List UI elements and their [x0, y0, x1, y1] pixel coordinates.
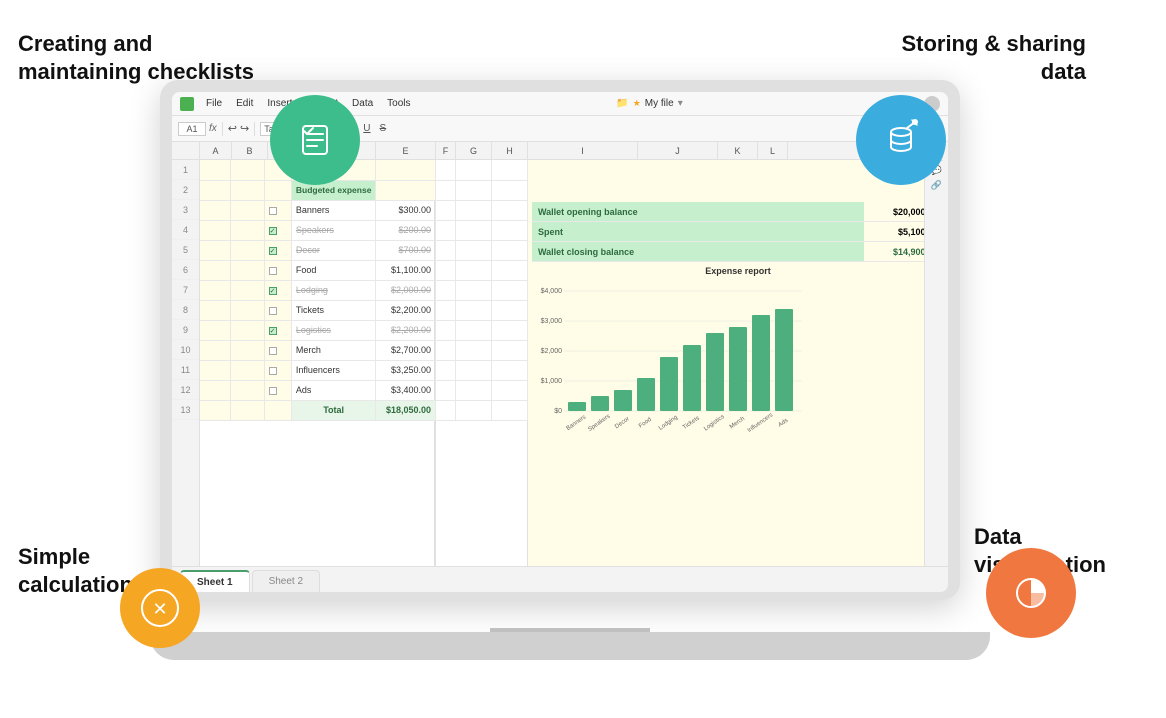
table-row: ✓ Speakers $200.00: [200, 220, 436, 240]
svg-text:$4,000: $4,000: [541, 288, 563, 295]
checkbox-decor[interactable]: ✓: [269, 247, 277, 255]
checkbox-food[interactable]: [269, 267, 277, 275]
wallet-closing-row: Wallet closing balance $14,900.00: [532, 242, 944, 262]
svg-text:$1,000: $1,000: [541, 378, 563, 385]
pie-chart-icon: [1009, 571, 1053, 615]
wallet-spent-label: Spent: [532, 222, 864, 241]
calculator-icon: ✕: [140, 588, 180, 628]
checklist-icon-circle: [270, 95, 360, 185]
chart-title: Expense report: [534, 266, 942, 276]
star-icon: ★: [633, 98, 641, 109]
database-icon: [879, 118, 923, 162]
svg-text:✕: ✕: [152, 599, 167, 619]
table-row: Banners $300.00: [200, 200, 436, 220]
checkbox-tickets[interactable]: [269, 307, 277, 315]
table-row: Tickets $2,200.00: [200, 300, 436, 320]
wallet-opening-label: Wallet opening balance: [532, 202, 864, 221]
wallet-closing-label: Wallet closing balance: [532, 242, 864, 261]
laptop-base: [150, 632, 990, 660]
svg-text:$3,000: $3,000: [541, 318, 563, 325]
checkbox-logistics[interactable]: ✓: [269, 327, 277, 335]
checkbox-banners[interactable]: [269, 207, 277, 215]
checkbox-speakers[interactable]: ✓: [269, 227, 277, 235]
svg-text:Merch: Merch: [729, 416, 746, 430]
tab-sheet2[interactable]: Sheet 2: [252, 570, 320, 592]
menu-file[interactable]: File: [200, 96, 228, 111]
underline-button[interactable]: U: [360, 122, 373, 135]
checkbox-lodging[interactable]: ✓: [269, 287, 277, 295]
calculator-icon-circle: ✕: [120, 568, 200, 648]
sheet-content: A B C D E F G H I J K L: [200, 142, 948, 566]
svg-text:Influencers: Influencers: [747, 412, 774, 434]
sheet-tabs: Sheet 1 Sheet 2: [172, 566, 948, 592]
checklist-icon: [293, 118, 337, 162]
menu-edit[interactable]: Edit: [230, 96, 259, 111]
file-title: 📁 ★ My file ▾: [419, 98, 881, 109]
svg-text:$0: $0: [554, 408, 562, 415]
table-row: Influencers $3,250.00: [200, 360, 436, 380]
undo-icon[interactable]: ↩: [228, 122, 237, 135]
total-row: Total $18,050.00: [200, 400, 436, 420]
right-panel: fx 💬 🔗: [924, 142, 948, 566]
chart-area: Expense report $4,000 $3,000 $2,000 $1,0…: [528, 264, 948, 566]
wallet-spent-row: Spent $5,100.00: [532, 222, 944, 242]
table-row: ✓ Lodging $2,000.00: [200, 280, 436, 300]
svg-text:Lodging: Lodging: [658, 415, 679, 432]
svg-text:Banners: Banners: [566, 414, 588, 432]
pie-chart-icon-circle: [986, 548, 1076, 638]
file-name: My file: [645, 98, 674, 109]
svg-text:Speakers: Speakers: [587, 413, 611, 432]
table-row: Ads $3,400.00: [200, 380, 436, 400]
app-logo: [180, 97, 194, 111]
expense-chart: $4,000 $3,000 $2,000 $1,000 $0: [534, 279, 804, 439]
toolbar-separator: [222, 122, 223, 136]
svg-text:$2,000: $2,000: [541, 348, 563, 355]
menu-data[interactable]: Data: [346, 96, 379, 111]
link-icon[interactable]: 🔗: [931, 180, 942, 191]
table-row: ✓ Decor $700.00: [200, 240, 436, 260]
table-row: Food $1,100.00: [200, 260, 436, 280]
svg-text:Logistics: Logistics: [703, 414, 726, 432]
table-row: Merch $2,700.00: [200, 340, 436, 360]
folder-icon: 📁: [616, 98, 628, 109]
svg-text:Food: Food: [638, 417, 653, 430]
checkbox-ads[interactable]: [269, 387, 277, 395]
cell-reference[interactable]: A1: [178, 122, 206, 136]
database-icon-circle: [856, 95, 946, 185]
budget-table: Budgeted expense Banners: [200, 160, 436, 421]
table-row: ✓ Logistics $2,200.00: [200, 320, 436, 340]
checkbox-influencers[interactable]: [269, 367, 277, 375]
svg-text:Ads: Ads: [777, 418, 789, 429]
label-top-left: Creating and maintaining checklists: [18, 30, 254, 85]
svg-text:Decor: Decor: [614, 416, 631, 430]
row-numbers: 1 2 3 4 5 6 7 8 9 10 11 12 13: [172, 142, 200, 566]
svg-text:Tickets: Tickets: [682, 415, 701, 431]
checkbox-merch[interactable]: [269, 347, 277, 355]
toolbar-separator-2: [254, 122, 255, 136]
menu-tools[interactable]: Tools: [381, 96, 416, 111]
redo-icon[interactable]: ↪: [240, 122, 249, 135]
label-top-right: Storing & sharing data: [901, 30, 1086, 85]
fx-label: fx: [209, 123, 217, 134]
strikethrough-button[interactable]: S: [377, 122, 390, 135]
wallet-opening-row: Wallet opening balance $20,000.00: [532, 202, 944, 222]
